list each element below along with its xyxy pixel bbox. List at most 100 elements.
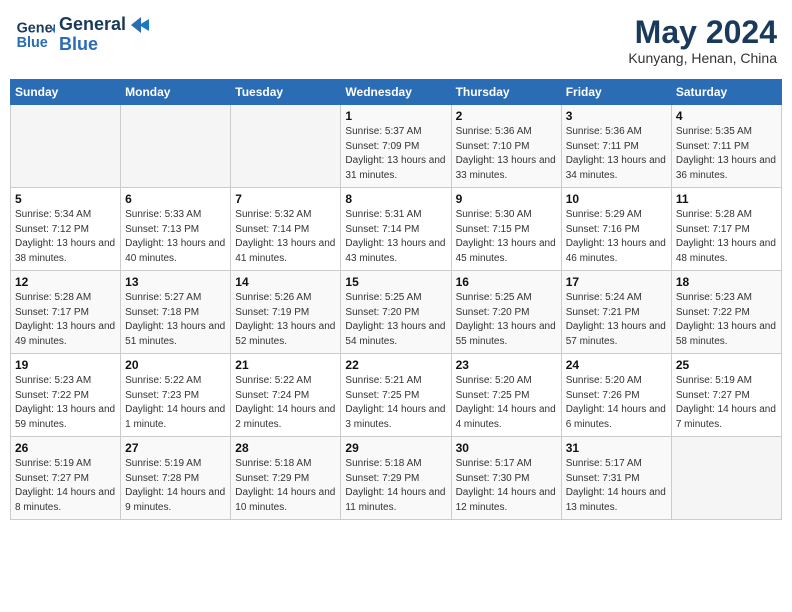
day-info: Sunrise: 5:25 AM Sunset: 7:20 PM Dayligh…: [456, 291, 557, 349]
day-number: 22: [345, 358, 446, 372]
calendar-cell: 1Sunrise: 5:37 AM Sunset: 7:09 PM Daylig…: [341, 105, 451, 188]
day-number: 17: [566, 275, 667, 289]
day-number: 21: [235, 358, 336, 372]
calendar-cell: 2 Sunrise: 5:36 AM Sunset: 7:10 PM Daylig…: [451, 105, 561, 188]
day-number: 28: [235, 441, 336, 455]
day-header-thursday: Thursday: [451, 80, 561, 105]
svg-text:Blue: Blue: [17, 35, 48, 51]
day-number: 8: [345, 192, 446, 206]
calendar-cell: 5 Sunrise: 5:34 AM Sunset: 7:12 PM Daylig…: [11, 188, 121, 271]
title-block: May 2024 Kunyang, Henan, China: [628, 15, 777, 66]
day-number: 5: [15, 192, 116, 206]
week-row-3: 12 Sunrise: 5:28 AM Sunset: 7:17 PM Dayli…: [11, 271, 782, 354]
calendar-cell: 17 Sunrise: 5:24 AM Sunset: 7:21 PM Dayli…: [561, 271, 671, 354]
day-number: 15: [345, 275, 446, 289]
calendar-cell: 3 Sunrise: 5:36 AM Sunset: 7:11 PM Daylig…: [561, 105, 671, 188]
calendar-header: General Blue General Blue May 2024 Kunya…: [10, 10, 782, 71]
day-number: 14: [235, 275, 336, 289]
calendar-cell: 25Sunrise: 5:19 AM Sunset: 7:27 PM Dayli…: [671, 354, 781, 437]
day-header-tuesday: Tuesday: [231, 80, 341, 105]
day-info: Sunrise: 5:28 AM Sunset: 7:17 PM Dayligh…: [15, 291, 116, 349]
day-number: 2: [456, 109, 557, 123]
calendar-cell: 29 Sunrise: 5:18 AM Sunset: 7:29 PM Dayli…: [341, 437, 451, 520]
calendar-cell: 8 Sunrise: 5:31 AM Sunset: 7:14 PM Daylig…: [341, 188, 451, 271]
day-info: Sunrise: 5:26 AM Sunset: 7:19 PM Dayligh…: [235, 291, 336, 349]
day-info: Sunrise: 5:19 AM Sunset: 7:27 PM Dayligh…: [15, 457, 116, 515]
day-number: 29: [345, 441, 446, 455]
day-info: Sunrise: 5:25 AM Sunset: 7:20 PM Dayligh…: [345, 291, 446, 349]
day-number: 10: [566, 192, 667, 206]
calendar-cell: 7Sunrise: 5:32 AM Sunset: 7:14 PM Daylig…: [231, 188, 341, 271]
day-info: Sunrise: 5:31 AM Sunset: 7:14 PM Dayligh…: [345, 208, 446, 266]
day-info: Sunrise: 5:20 AM Sunset: 7:25 PM Dayligh…: [456, 374, 557, 432]
day-number: 27: [125, 441, 226, 455]
day-info: Sunrise: 5:24 AM Sunset: 7:21 PM Dayligh…: [566, 291, 667, 349]
calendar-cell: 18 Sunrise: 5:23 AM Sunset: 7:22 PM Dayli…: [671, 271, 781, 354]
day-headers: SundayMondayTuesdayWednesdayThursdayFrid…: [11, 80, 782, 105]
week-row-4: 19 Sunrise: 5:23 AM Sunset: 7:22 PM Dayli…: [11, 354, 782, 437]
calendar-cell: 27 Sunrise: 5:19 AM Sunset: 7:28 PM Dayli…: [121, 437, 231, 520]
day-info: Sunrise: 5:28 AM Sunset: 7:17 PM Dayligh…: [676, 208, 777, 266]
calendar-cell: [671, 437, 781, 520]
day-info: Sunrise: 5:19 AM Sunset: 7:27 PM Dayligh…: [676, 374, 777, 432]
week-row-1: 1Sunrise: 5:37 AM Sunset: 7:09 PM Daylig…: [11, 105, 782, 188]
calendar-cell: 26 Sunrise: 5:19 AM Sunset: 7:27 PM Dayli…: [11, 437, 121, 520]
day-number: 19: [15, 358, 116, 372]
logo-general: General: [59, 15, 151, 35]
day-number: 3: [566, 109, 667, 123]
calendar-cell: 31Sunrise: 5:17 AM Sunset: 7:31 PM Dayli…: [561, 437, 671, 520]
day-number: 6: [125, 192, 226, 206]
day-info: Sunrise: 5:23 AM Sunset: 7:22 PM Dayligh…: [15, 374, 116, 432]
day-info: Sunrise: 5:33 AM Sunset: 7:13 PM Dayligh…: [125, 208, 226, 266]
day-info: Sunrise: 5:18 AM Sunset: 7:29 PM Dayligh…: [345, 457, 446, 515]
day-number: 26: [15, 441, 116, 455]
calendar-cell: 21Sunrise: 5:22 AM Sunset: 7:24 PM Dayli…: [231, 354, 341, 437]
day-info: Sunrise: 5:30 AM Sunset: 7:15 PM Dayligh…: [456, 208, 557, 266]
day-number: 18: [676, 275, 777, 289]
day-info: Sunrise: 5:17 AM Sunset: 7:30 PM Dayligh…: [456, 457, 557, 515]
calendar-cell: 24Sunrise: 5:20 AM Sunset: 7:26 PM Dayli…: [561, 354, 671, 437]
logo-blue: Blue: [59, 35, 151, 55]
day-info: Sunrise: 5:34 AM Sunset: 7:12 PM Dayligh…: [15, 208, 116, 266]
calendar-cell: [11, 105, 121, 188]
week-row-2: 5 Sunrise: 5:34 AM Sunset: 7:12 PM Daylig…: [11, 188, 782, 271]
calendar-cell: [121, 105, 231, 188]
calendar-cell: 16Sunrise: 5:25 AM Sunset: 7:20 PM Dayli…: [451, 271, 561, 354]
day-header-sunday: Sunday: [11, 80, 121, 105]
calendar-cell: 11 Sunrise: 5:28 AM Sunset: 7:17 PM Dayli…: [671, 188, 781, 271]
calendar-title: May 2024: [628, 15, 777, 50]
calendar-cell: 20 Sunrise: 5:22 AM Sunset: 7:23 PM Dayli…: [121, 354, 231, 437]
day-number: 11: [676, 192, 777, 206]
day-number: 20: [125, 358, 226, 372]
week-row-5: 26 Sunrise: 5:19 AM Sunset: 7:27 PM Dayli…: [11, 437, 782, 520]
calendar-cell: 28 Sunrise: 5:18 AM Sunset: 7:29 PM Dayli…: [231, 437, 341, 520]
day-number: 9: [456, 192, 557, 206]
day-header-saturday: Saturday: [671, 80, 781, 105]
day-number: 30: [456, 441, 557, 455]
calendar-cell: 19 Sunrise: 5:23 AM Sunset: 7:22 PM Dayli…: [11, 354, 121, 437]
day-info: Sunrise: 5:36 AM Sunset: 7:10 PM Dayligh…: [456, 125, 557, 183]
calendar-cell: 30 Sunrise: 5:17 AM Sunset: 7:30 PM Dayli…: [451, 437, 561, 520]
day-info: Sunrise: 5:21 AM Sunset: 7:25 PM Dayligh…: [345, 374, 446, 432]
calendar-cell: 6 Sunrise: 5:33 AM Sunset: 7:13 PM Daylig…: [121, 188, 231, 271]
calendar-cell: [231, 105, 341, 188]
day-info: Sunrise: 5:23 AM Sunset: 7:22 PM Dayligh…: [676, 291, 777, 349]
day-number: 13: [125, 275, 226, 289]
day-info: Sunrise: 5:29 AM Sunset: 7:16 PM Dayligh…: [566, 208, 667, 266]
day-number: 12: [15, 275, 116, 289]
calendar-cell: 4Sunrise: 5:35 AM Sunset: 7:11 PM Daylig…: [671, 105, 781, 188]
day-number: 23: [456, 358, 557, 372]
day-number: 24: [566, 358, 667, 372]
day-number: 4: [676, 109, 777, 123]
calendar-cell: 12 Sunrise: 5:28 AM Sunset: 7:17 PM Dayli…: [11, 271, 121, 354]
day-number: 31: [566, 441, 667, 455]
calendar-cell: 14 Sunrise: 5:26 AM Sunset: 7:19 PM Dayli…: [231, 271, 341, 354]
day-info: Sunrise: 5:36 AM Sunset: 7:11 PM Dayligh…: [566, 125, 667, 183]
day-number: 7: [235, 192, 336, 206]
svg-text:General: General: [17, 21, 55, 37]
day-info: Sunrise: 5:22 AM Sunset: 7:23 PM Dayligh…: [125, 374, 226, 432]
day-info: Sunrise: 5:27 AM Sunset: 7:18 PM Dayligh…: [125, 291, 226, 349]
day-info: Sunrise: 5:19 AM Sunset: 7:28 PM Dayligh…: [125, 457, 226, 515]
calendar-cell: 23 Sunrise: 5:20 AM Sunset: 7:25 PM Dayli…: [451, 354, 561, 437]
day-info: Sunrise: 5:18 AM Sunset: 7:29 PM Dayligh…: [235, 457, 336, 515]
